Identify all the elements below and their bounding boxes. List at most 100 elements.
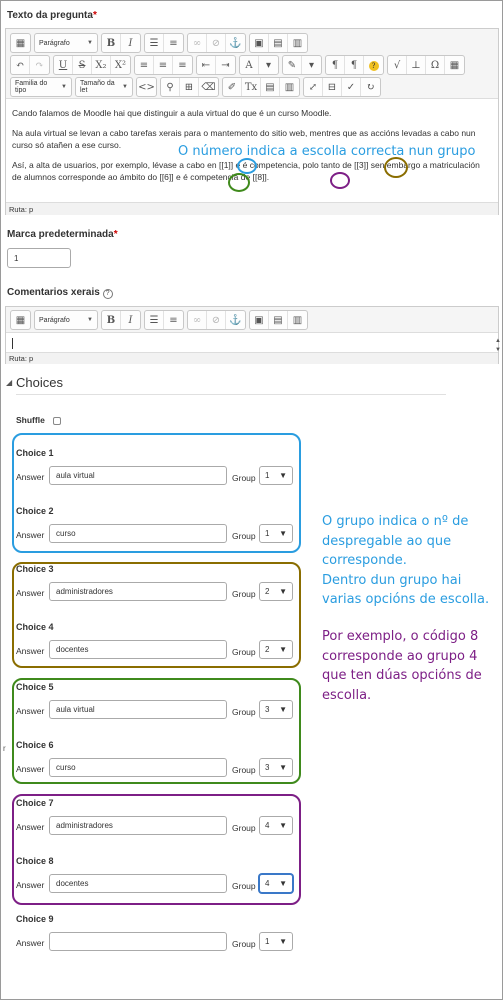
align-right-icon[interactable]: ≡ [173, 56, 192, 74]
bullet-list-icon[interactable]: ☰ [145, 34, 164, 52]
strikethrough-icon[interactable]: S [73, 56, 92, 74]
font-family-select[interactable]: Familia do tipo ▼ [10, 77, 72, 97]
question-circle-icon[interactable]: ? [102, 288, 113, 299]
subscript-icon[interactable]: X₂ [92, 56, 111, 74]
question-text-editor[interactable]: ▦ Parágrafo ▼ BI ☰ ≡ ∞ ⊘ ⚓ ▣ ▤ ▥ ↶ ↷ U S X₂ X² ≡ ≡ ≡… [5, 28, 499, 215]
anchor-icon[interactable]: ⚓ [226, 34, 245, 52]
bold-icon[interactable]: B [102, 311, 121, 329]
dropdown-arrow-icon: ▼ [279, 587, 287, 596]
bold-icon[interactable]: B [102, 34, 121, 52]
font-size-select[interactable]: Tamaño da let ▼ [75, 77, 133, 97]
toolbar-toggle-icon[interactable]: ▦ [11, 311, 30, 329]
undo-icon[interactable]: ↶ [11, 56, 30, 74]
text-color-icon[interactable]: A [240, 56, 259, 74]
align-left-icon[interactable]: ≡ [135, 56, 154, 74]
outdent-icon[interactable]: ⇤ [197, 56, 216, 74]
group-select[interactable]: 1 ▼ [259, 466, 293, 485]
unlink-icon[interactable]: ⊘ [207, 34, 226, 52]
shuffle-checkbox[interactable] [53, 417, 61, 425]
refresh-icon[interactable]: ↻ [361, 78, 380, 96]
choices-divider [16, 394, 446, 395]
align-center-icon[interactable]: ≡ [154, 56, 173, 74]
dropdown-arrow-icon: ▼ [279, 471, 287, 480]
answer-input[interactable]: curso [49, 524, 227, 543]
choice-title: Choice 5 [16, 682, 54, 692]
image-icon[interactable]: ▣ [250, 311, 269, 329]
highlight-icon[interactable]: ✎ [283, 56, 302, 74]
content-paragraph-1: Cando falamos de Moodle hai que distingu… [12, 108, 332, 118]
find-icon[interactable]: ⚲ [161, 78, 180, 96]
default-mark-input[interactable]: 1 [7, 248, 71, 268]
general-feedback-editor[interactable]: ▦ Parágrafo ▼ BI ☰ ≡ ∞ ⊘ ⚓ ▣ ▤ ▥ Ruta: p [5, 306, 499, 364]
group-label: Group [232, 589, 256, 599]
rtl-icon[interactable]: ¶ [345, 56, 364, 74]
paste-icon[interactable]: ▤ [261, 78, 280, 96]
file-icon[interactable]: ▥ [288, 311, 307, 329]
clear-format-icon[interactable]: Tx [242, 78, 261, 96]
answer-input[interactable] [49, 932, 227, 951]
dropdown-arrow-icon: ▼ [279, 937, 287, 946]
dropdown-arrow-icon: ▼ [279, 645, 287, 654]
bullet-list-icon[interactable]: ☰ [145, 311, 164, 329]
group-select[interactable]: 3 ▼ [259, 758, 293, 777]
insert-icon[interactable]: ⊥ [407, 56, 426, 74]
brush-icon[interactable]: ✐ [223, 78, 242, 96]
link-icon[interactable]: ∞ [188, 34, 207, 52]
omega-icon[interactable]: Ω [426, 56, 445, 74]
indent-icon[interactable]: ⇥ [216, 56, 235, 74]
dropdown-arrow-icon: ▼ [279, 879, 287, 888]
anchor-icon[interactable]: ⚓ [226, 311, 245, 329]
answer-input[interactable]: docentes [49, 640, 227, 659]
toolbar-toggle-icon[interactable]: ▦ [11, 34, 30, 52]
clean-icon[interactable]: ⌫ [199, 78, 218, 96]
image-icon[interactable]: ▣ [250, 34, 269, 52]
choice-title: Choice 9 [16, 914, 54, 924]
numbered-list-icon[interactable]: ≡ [164, 34, 183, 52]
ltr-icon[interactable]: ¶ [326, 56, 345, 74]
media-icon[interactable]: ▤ [269, 34, 288, 52]
group-label: Group [232, 707, 256, 717]
link-icon[interactable]: ∞ [188, 311, 207, 329]
paragraph-select[interactable]: Parágrafo ▼ [34, 33, 98, 53]
italic-icon[interactable]: I [121, 311, 140, 329]
superscript-icon[interactable]: X² [111, 56, 130, 74]
numbered-list-icon[interactable]: ≡ [164, 311, 183, 329]
group-select[interactable]: 1 ▼ [259, 932, 293, 951]
scroll-arrows-icon[interactable]: ▲ ▼ [495, 337, 501, 357]
italic-icon[interactable]: I [121, 34, 140, 52]
answer-input[interactable]: curso [49, 758, 227, 777]
equation-icon[interactable]: √ [388, 56, 407, 74]
table-icon[interactable]: ▦ [445, 56, 464, 74]
code-icon[interactable]: <> [137, 78, 156, 96]
answer-input[interactable]: docentes [49, 874, 227, 893]
answer-input[interactable]: aula virtual [49, 466, 227, 485]
help-icon[interactable]: ? [364, 56, 383, 74]
group-select[interactable]: 3 ▼ [259, 700, 293, 719]
manage-files-icon[interactable]: ⊟ [323, 78, 342, 96]
spellcheck-icon[interactable]: ✓ [342, 78, 361, 96]
answer-input[interactable]: administradores [49, 582, 227, 601]
number-annotation: O número indica a escolla correcta nun g… [178, 144, 476, 159]
group-select[interactable]: 2 ▼ [259, 640, 293, 659]
unlink-icon[interactable]: ⊘ [207, 311, 226, 329]
replace-icon[interactable]: ⊞ [180, 78, 199, 96]
paste-word-icon[interactable]: ▥ [280, 78, 299, 96]
text-color-dropdown-icon[interactable]: ▾ [259, 56, 278, 74]
redo-icon[interactable]: ↷ [30, 56, 49, 74]
highlight-dropdown-icon[interactable]: ▾ [302, 56, 321, 74]
answer-input[interactable]: aula virtual [49, 700, 227, 719]
answer-label: Answer [16, 646, 45, 656]
fullscreen-icon[interactable]: ⤢ [304, 78, 323, 96]
choices-heading: Choices [16, 375, 63, 390]
answer-input[interactable]: administradores [49, 816, 227, 835]
collapse-triangle-icon[interactable]: ◢ [6, 378, 12, 387]
group-select[interactable]: 4 ▼ [259, 816, 293, 835]
group-select[interactable]: 2 ▼ [259, 582, 293, 601]
group-select[interactable]: 1 ▼ [259, 524, 293, 543]
media-icon[interactable]: ▤ [269, 311, 288, 329]
side-marker: r [3, 744, 6, 753]
feedback-paragraph-select[interactable]: Parágrafo ▼ [34, 310, 98, 330]
file-icon[interactable]: ▥ [288, 34, 307, 52]
underline-icon[interactable]: U [54, 56, 73, 74]
group-select[interactable]: 4 ▼ [259, 874, 293, 893]
